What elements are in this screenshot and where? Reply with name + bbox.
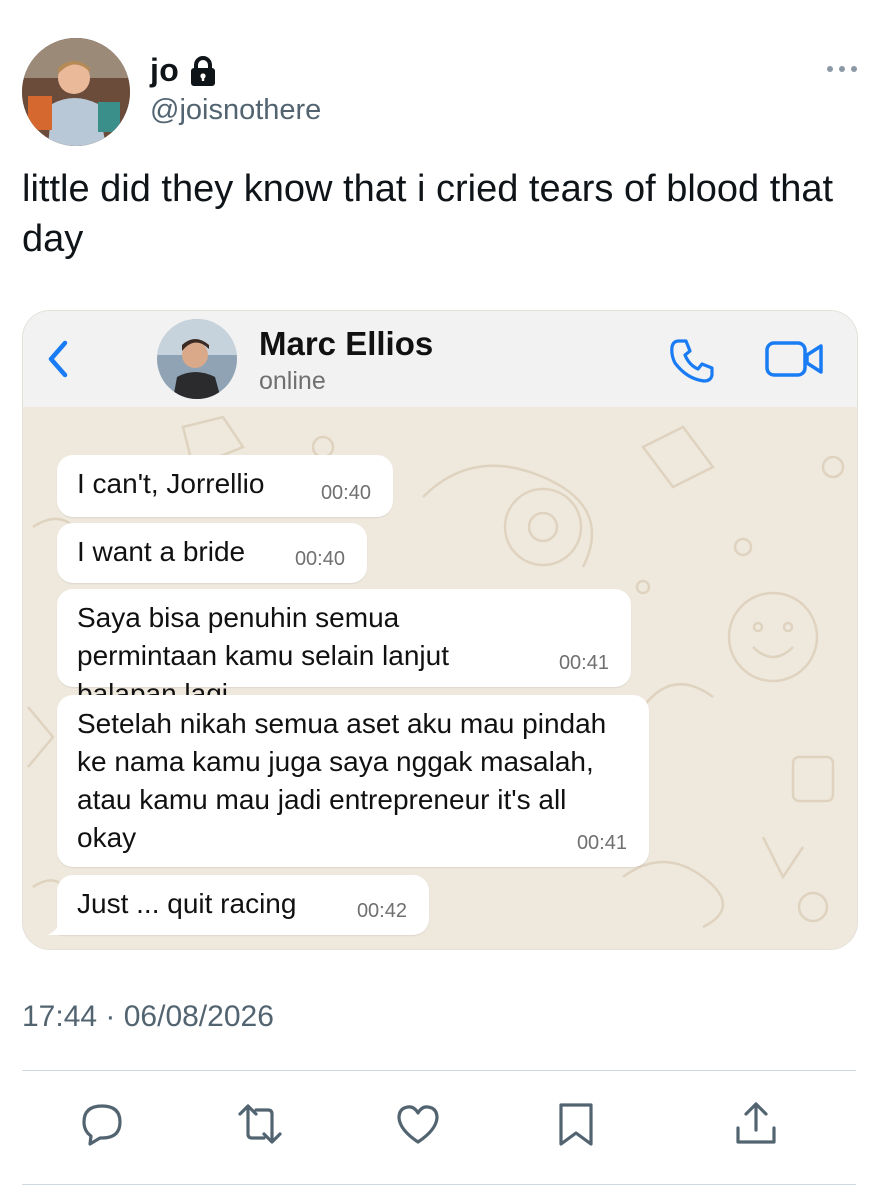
- contact-name[interactable]: Marc Ellios: [259, 325, 433, 363]
- tweet-timestamp[interactable]: 17:44 · 06/08/2026: [22, 1000, 274, 1034]
- retweet-icon[interactable]: [236, 1100, 284, 1148]
- divider: [22, 1184, 856, 1185]
- message-time: 00:42: [356, 900, 407, 922]
- share-icon[interactable]: [732, 1100, 780, 1148]
- bubble-tail: [47, 915, 67, 935]
- message-text: Setelah nikah semua aset aku mau pindah …: [77, 708, 607, 853]
- message-time: 00:41: [576, 832, 627, 854]
- author-avatar[interactable]: [22, 38, 130, 146]
- chat-message[interactable]: I can't, Jorrellio 00:40: [57, 455, 393, 517]
- reply-icon[interactable]: [78, 1100, 126, 1148]
- chat-message[interactable]: Saya bisa penuhin semua permintaan kamu …: [57, 589, 631, 709]
- tweet-actions: [0, 1100, 878, 1160]
- attached-chat-screenshot[interactable]: Marc Ellios online I can't, Jorrellio 00…: [22, 310, 858, 950]
- chat-message[interactable]: I want a bride 00:40: [57, 523, 367, 583]
- bookmark-icon[interactable]: [552, 1100, 600, 1148]
- contact-avatar[interactable]: [157, 319, 237, 399]
- author-name-row: jo: [150, 52, 217, 89]
- back-chevron-icon[interactable]: [41, 337, 75, 381]
- divider: [22, 1070, 856, 1071]
- chat-header: Marc Ellios online: [23, 311, 857, 407]
- tweet-text: little did they know that i cried tears …: [22, 168, 834, 260]
- contact-status: online: [259, 367, 326, 395]
- message-time: 00:41: [558, 652, 609, 674]
- video-call-icon[interactable]: [765, 339, 825, 379]
- like-icon[interactable]: [394, 1100, 442, 1148]
- chat-message[interactable]: Setelah nikah semua aset aku mau pindah …: [57, 695, 649, 867]
- phone-call-icon[interactable]: [667, 335, 717, 385]
- lock-icon: [191, 55, 216, 86]
- message-time: 00:40: [294, 548, 345, 570]
- more-dots-icon[interactable]: [826, 62, 858, 76]
- display-name[interactable]: jo: [150, 52, 179, 89]
- user-handle[interactable]: @joisnothere: [150, 94, 321, 127]
- message-time: 00:40: [320, 482, 371, 504]
- chat-message[interactable]: Just ... quit racing 00:42: [47, 875, 429, 935]
